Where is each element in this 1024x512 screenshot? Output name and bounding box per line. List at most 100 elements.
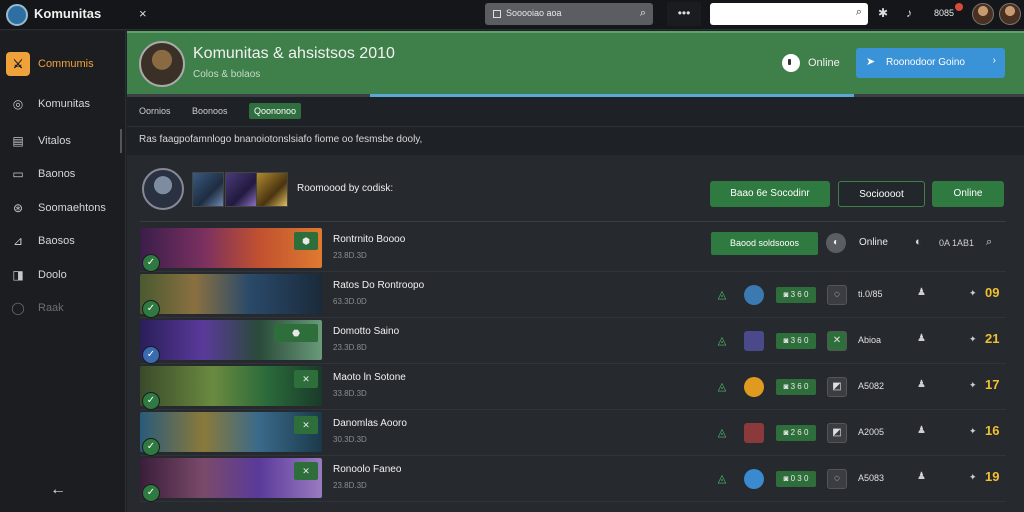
member-name: Ronoolo Faneo [333,464,402,475]
member-meta: 30.3D.3D [333,435,367,444]
search-input-text: Sooooiao aoa [506,8,562,18]
sidebar-item-label: Soomaehtons [38,202,106,214]
member-name: Danomlas Aooro [333,418,407,429]
game-badge-icon: ⬢ [294,232,318,250]
avatar[interactable] [744,377,764,397]
avatar[interactable] [744,331,764,351]
member-meta: 23.8D.3D [333,481,367,490]
join-button[interactable]: ➤ Roonodoor Goino › [856,48,1005,78]
list-item[interactable]: ⬣ ✓ Domotto Saino 23.3D.8D ◬ ◙ 3 6 0 ✕ A… [140,318,1006,364]
back-arrow-icon[interactable]: ← [50,481,66,499]
tab-qoononoo[interactable]: Qoononoo [249,103,302,119]
game-badge-icon: ✕ [294,462,318,480]
send-icon: ➤ [866,56,876,68]
sidebar-item-label: Baosos [38,235,75,247]
avatar[interactable] [972,3,994,25]
window-icon: ▭ [12,167,24,181]
game-banner-image [140,274,322,314]
sidebar-item-label: Komunitas [38,98,90,110]
member-name: Rontrnito Boooo [333,234,406,245]
game-icon: ⚔ [6,52,30,76]
avatar[interactable] [142,168,184,210]
sidebar-item-label: Doolo [38,269,67,281]
notification-icon[interactable]: ♪ [906,6,912,20]
sidebar-item-commumis[interactable]: ⚔ Commumis [0,49,126,79]
game-thumbnail[interactable] [256,172,288,207]
tag-icon: ◬ [717,473,727,485]
rank-badge-icon: ◌ [827,285,847,305]
more-options-button[interactable]: ••• [667,2,701,26]
online-button[interactable]: Online [932,181,1004,207]
check-icon: ✓ [142,300,160,318]
member-name: Domotto Saino [333,326,400,337]
page-title: Komunitas & ahsistsos 2010 [193,45,395,62]
rank-badge-icon: ◌ [827,469,847,489]
member-meta: 23.8D.3D [333,251,367,260]
sidebar-item-label: Baonos [38,168,76,180]
chevron-right-icon: › [992,55,996,66]
puzzle-icon[interactable]: ✱ [878,6,888,20]
sidebar-item-label: Commumis [38,58,94,70]
game-badge-icon: ⬣ [274,324,318,342]
star-icon: ✦ [969,380,977,390]
circle-icon: ◯ [11,301,25,315]
member-score: 17 [985,377,1000,392]
stats-pill: ◙ 3 6 0 [776,287,816,303]
url-search-icon[interactable]: ⌕ [856,6,862,19]
app-title: Komunitas [34,6,102,21]
avatar[interactable] [744,285,764,305]
star-icon: ✦ [969,288,977,298]
list-item[interactable]: ✕ ✓ Maoto ln Sotone 33.8D.3D ◬ ◙ 3 6 0 ◩… [140,364,1006,410]
url-input[interactable]: ⌕ [710,3,868,25]
community-avatar [139,41,185,87]
stats-pill: ◙ 2 6 0 [776,425,816,441]
game-badge-icon: ✕ [294,370,318,388]
stats-pill: ◙ 3 6 0 [776,333,816,349]
search-icon[interactable]: ⌕ [640,7,646,20]
community-banner: Komunitas & ahsistsos 2010 Colos & bolao… [127,31,1024,96]
close-icon[interactable]: × [139,6,147,21]
list-item[interactable]: ⬢ ✓ Rontrnito Boooo 23.8D.3D [140,226,1006,272]
game-banner-image: ✕ [140,458,322,498]
tab-oornios[interactable]: Oornios [139,106,171,116]
sidebar-item-baosos[interactable]: ⊿ Baosos [0,226,126,256]
search-input[interactable]: Sooooiao aoa ⌕ [485,3,653,25]
list-item[interactable]: ✕ ✓ Ronoolo Faneo 23.8D.3D ◬ ◙ 0 3 0 ◌ A… [140,456,1006,502]
check-icon: ✓ [142,346,160,364]
sidebar-item-soomaehtons[interactable]: ⊛ Soomaehtons [0,193,126,223]
member-status: A5083 [858,473,885,483]
member-name: Maoto ln Sotone [333,372,406,383]
star-icon: ✦ [969,334,977,344]
sidebar-item-raak[interactable]: ◯ Raak [0,293,126,323]
tag-icon: ◬ [717,381,727,393]
community-description: Ras faagpofamnlogo bnanoiotonslsiafo fio… [139,134,423,145]
top-bar: Komunitas × Sooooiao aoa ⌕ ••• ⌕ ✱ ♪ 808… [0,0,1024,30]
game-thumbnail[interactable] [192,172,224,207]
tag-icon: ◬ [717,289,727,301]
list-item[interactable]: ✕ ✓ Danomlas Aooro 30.3D.3D ◬ ◙ 2 6 0 ◩ … [140,410,1006,456]
divider [140,221,1006,222]
game-banner-image: ✕ [140,366,322,406]
list-icon: ▤ [12,134,24,148]
tab-boonoos[interactable]: Boonoos [192,106,228,116]
sidebar-item-komunitas[interactable]: ◎ Komunitas [0,89,126,119]
class-icon: ♟ [917,379,926,390]
stats-pill: ◙ 0 3 0 [776,471,816,487]
avatar[interactable] [999,3,1021,25]
check-icon: ✓ [142,438,160,456]
avatar[interactable] [744,469,764,489]
game-banner-image: ✕ [140,412,322,452]
online-status-label: Online [808,57,840,69]
invite-button[interactable]: Baao 6e Socodinr [710,181,830,207]
check-icon: ✓ [142,254,160,272]
sidebar-item-baonos[interactable]: ▭ Baonos [0,159,126,189]
sidebar-item-vitalos[interactable]: ▤ Vitalos [0,126,126,156]
list-item[interactable]: ✓ Ratos Do Rontroopo 63.3D.0D ◬ ◙ 3 6 0 … [140,272,1006,318]
game-thumbnail[interactable] [225,172,257,207]
social-button[interactable]: Socioooot [838,181,925,207]
sidebar-scroll-indicator [120,129,122,153]
sidebar-item-doolo[interactable]: ◨ Doolo [0,260,126,290]
avatar[interactable] [744,423,764,443]
member-meta: 33.8D.3D [333,389,367,398]
member-status: ti.0/85 [858,289,883,299]
